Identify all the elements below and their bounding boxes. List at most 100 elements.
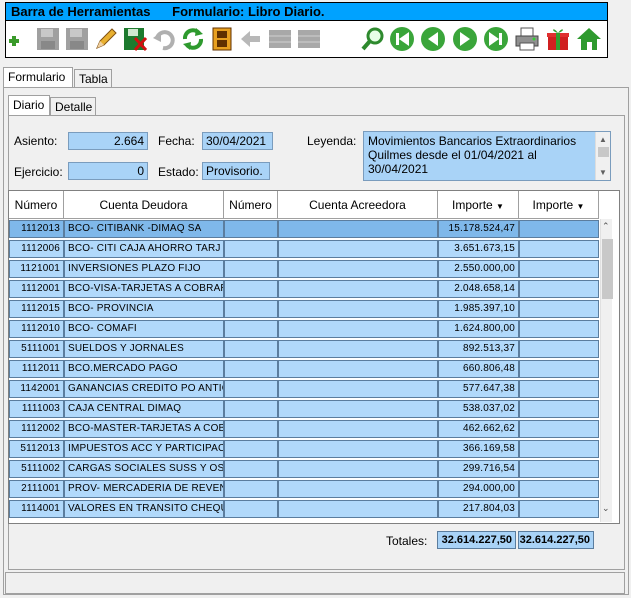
save-disabled-icon[interactable] (35, 25, 61, 53)
cell-numero-acreedora[interactable] (224, 440, 278, 458)
table-row[interactable]: 5111002 CARGAS SOCIALES SUSS Y OS 299.716,… (9, 459, 604, 479)
film-icon[interactable] (209, 25, 235, 53)
cell-cuenta-acreedora[interactable] (278, 500, 438, 518)
cell-cuenta-acreedora[interactable] (278, 320, 438, 338)
header-cuenta-acreedora[interactable]: Cuenta Acreedora (278, 191, 438, 219)
table-row[interactable]: 1112002 BCO-MASTER-TARJETAS A COBR 462.662… (9, 419, 604, 439)
cell-numero-deudora[interactable]: 1112001 (9, 280, 64, 298)
cell-importe-debe[interactable]: 462.662,62 (438, 420, 519, 438)
scroll-down-icon[interactable]: ▼ (599, 168, 607, 177)
cell-importe-haber[interactable] (519, 380, 599, 398)
cell-cuenta-acreedora[interactable] (278, 220, 438, 238)
cell-numero-deudora[interactable]: 1112010 (9, 320, 64, 338)
cell-importe-debe[interactable]: 538.037,02 (438, 400, 519, 418)
cell-numero-acreedora[interactable] (224, 300, 278, 318)
table-row[interactable]: 2111001 PROV- MERCADERIA DE REVENTA 294.00… (9, 479, 604, 499)
next-icon[interactable] (452, 25, 478, 53)
cell-cuenta-acreedora[interactable] (278, 340, 438, 358)
cell-importe-debe[interactable]: 217.804,03 (438, 500, 519, 518)
table-row[interactable]: 1112006 BCO- CITI CAJA AHORRO TARJ 3.651.6… (9, 239, 604, 259)
table-row[interactable]: 1112001 BCO-VISA-TARJETAS A COBRAR 2.048.6… (9, 279, 604, 299)
cell-numero-deudora[interactable]: 1114001 (9, 500, 64, 518)
cell-numero-acreedora[interactable] (224, 420, 278, 438)
cell-importe-debe[interactable]: 366.169,58 (438, 440, 519, 458)
grid-disabled-icon[interactable] (267, 25, 293, 53)
cell-numero-acreedora[interactable] (224, 260, 278, 278)
add-icon[interactable] (6, 25, 32, 53)
tab-formulario[interactable]: Formulario (3, 67, 73, 89)
cell-cuenta-deudora[interactable]: VALORES EN TRANSITO CHEQUES (64, 500, 224, 518)
cell-cuenta-acreedora[interactable] (278, 380, 438, 398)
cell-importe-haber[interactable] (519, 360, 599, 378)
cell-importe-haber[interactable] (519, 260, 599, 278)
cell-importe-debe[interactable]: 577.647,38 (438, 380, 519, 398)
cell-numero-deudora[interactable]: 1142001 (9, 380, 64, 398)
cell-numero-deudora[interactable]: 1111003 (9, 400, 64, 418)
tab-diario[interactable]: Diario (8, 95, 50, 117)
cell-numero-deudora[interactable]: 1112015 (9, 300, 64, 318)
cell-importe-debe[interactable]: 299.716,54 (438, 460, 519, 478)
ejercicio-field[interactable]: 0 (68, 162, 148, 180)
cell-importe-debe[interactable]: 1.985.397,10 (438, 300, 519, 318)
cell-cuenta-acreedora[interactable] (278, 440, 438, 458)
table-row[interactable]: 1112011 BCO.MERCADO PAGO 660.806,48 (9, 359, 604, 379)
cell-cuenta-deudora[interactable]: BCO- COMAFI (64, 320, 224, 338)
pencil-icon[interactable] (93, 25, 119, 53)
last-icon[interactable] (483, 25, 509, 53)
cell-importe-debe[interactable]: 2.550.000,00 (438, 260, 519, 278)
cell-importe-haber[interactable] (519, 340, 599, 358)
cell-importe-debe[interactable]: 294.000,00 (438, 480, 519, 498)
cell-importe-haber[interactable] (519, 280, 599, 298)
cell-cuenta-deudora[interactable]: SUELDOS Y JORNALES (64, 340, 224, 358)
table-row[interactable]: 1112013 BCO- CITIBANK -DIMAQ SA 15.178.524… (9, 219, 604, 239)
cell-cuenta-deudora[interactable]: BCO-VISA-TARJETAS A COBRAR (64, 280, 224, 298)
header-cuenta-deudora[interactable]: Cuenta Deudora (64, 191, 224, 219)
asiento-field[interactable]: 2.664 (68, 132, 148, 150)
cell-cuenta-deudora[interactable]: BCO.MERCADO PAGO (64, 360, 224, 378)
gift-icon[interactable] (545, 25, 571, 53)
cell-importe-haber[interactable] (519, 420, 599, 438)
cell-cuenta-deudora[interactable]: BCO- CITIBANK -DIMAQ SA (64, 220, 224, 238)
cell-importe-debe[interactable]: 892.513,37 (438, 340, 519, 358)
cell-cuenta-acreedora[interactable] (278, 360, 438, 378)
save-disabled-icon[interactable] (64, 25, 90, 53)
undo-disabled-icon[interactable] (151, 25, 177, 53)
cell-cuenta-deudora[interactable]: BCO- PROVINCIA (64, 300, 224, 318)
scroll-down-icon[interactable]: ⌄ (602, 503, 610, 514)
cell-numero-deudora[interactable]: 1112011 (9, 360, 64, 378)
table-row[interactable]: 5112013 IMPUESTOS ACC Y PARTICIPAC 366.169… (9, 439, 604, 459)
home-icon[interactable] (576, 25, 602, 53)
cell-numero-acreedora[interactable] (224, 480, 278, 498)
header-numero-acreedora[interactable]: Número (224, 191, 278, 219)
cell-numero-deudora[interactable]: 5112013 (9, 440, 64, 458)
cell-cuenta-deudora[interactable]: IMPUESTOS ACC Y PARTICIPAC (64, 440, 224, 458)
scroll-up-icon[interactable]: ⌃ (602, 221, 610, 232)
cell-numero-deudora[interactable]: 1112002 (9, 420, 64, 438)
cell-cuenta-deudora[interactable]: BCO- CITI CAJA AHORRO TARJ (64, 240, 224, 258)
cell-cuenta-acreedora[interactable] (278, 420, 438, 438)
cell-cuenta-acreedora[interactable] (278, 260, 438, 278)
cell-cuenta-acreedora[interactable] (278, 400, 438, 418)
table-row[interactable]: 1112010 BCO- COMAFI 1.624.800,00 (9, 319, 604, 339)
header-numero-deudora[interactable]: Número (9, 191, 64, 219)
cell-cuenta-deudora[interactable]: PROV- MERCADERIA DE REVENTA (64, 480, 224, 498)
cell-numero-deudora[interactable]: 2111001 (9, 480, 64, 498)
cell-numero-deudora[interactable]: 5111001 (9, 340, 64, 358)
cell-numero-deudora[interactable]: 1112006 (9, 240, 64, 258)
magnifier-icon[interactable] (360, 25, 386, 53)
cell-cuenta-acreedora[interactable] (278, 280, 438, 298)
scroll-thumb[interactable] (598, 147, 609, 157)
first-icon[interactable] (389, 25, 415, 53)
cell-numero-acreedora[interactable] (224, 240, 278, 258)
table-row[interactable]: 1114001VALORES EN TRANSITO CHEQUES 217.80… (9, 499, 604, 519)
grid-disabled-icon[interactable] (296, 25, 322, 53)
tab-detalle[interactable]: Detalle (50, 97, 96, 117)
cell-numero-acreedora[interactable] (224, 280, 278, 298)
cell-importe-debe[interactable]: 1.624.800,00 (438, 320, 519, 338)
cell-numero-acreedora[interactable] (224, 500, 278, 518)
cell-numero-acreedora[interactable] (224, 380, 278, 398)
grid-scrollbar[interactable]: ⌃ ⌄ (600, 219, 613, 522)
cell-numero-acreedora[interactable] (224, 460, 278, 478)
table-row[interactable]: 1111003 CAJA CENTRAL DIMAQ 538.037,02 (9, 399, 604, 419)
cell-importe-haber[interactable] (519, 320, 599, 338)
